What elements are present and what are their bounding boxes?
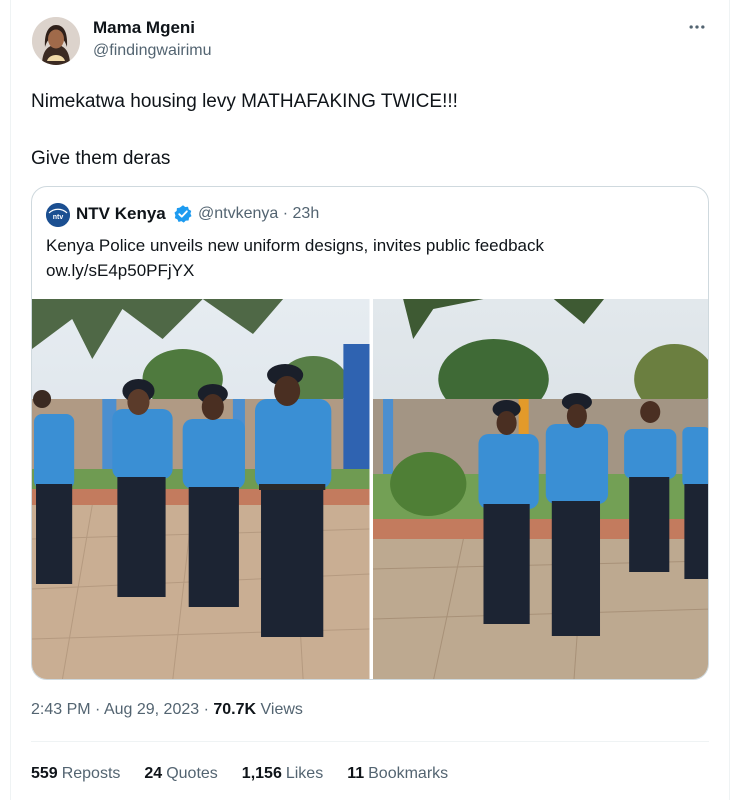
quotes-stat[interactable]: 24 Quotes <box>144 765 217 783</box>
author-handle[interactable]: @findingwairimu <box>93 42 212 60</box>
more-horizontal-icon <box>689 25 705 29</box>
quotes-count: 24 <box>144 765 163 782</box>
quoted-text-line-1: Kenya Police unveils new uniform designs… <box>46 236 544 255</box>
reposts-label: Reposts <box>61 765 121 782</box>
tweet-meta: 2:43 PM · Aug 29, 2023 · 70.7K Views <box>31 701 303 719</box>
reposts-count: 559 <box>31 765 58 782</box>
engagement-stats: 559 Reposts 24 Quotes 1,156 Likes 11 Bookmar… <box>31 765 448 783</box>
tweet-date[interactable]: Aug 29, 2023 <box>104 701 199 718</box>
quoted-tweet[interactable]: ntv NTV Kenya @ntvkenya · 23h Kenya Poli… <box>31 186 709 680</box>
quoted-text: Kenya Police unveils new uniform designs… <box>46 233 696 283</box>
reposts-stat[interactable]: 559 Reposts <box>31 765 120 783</box>
tweet-text-line-2: Give them deras <box>31 148 171 169</box>
bookmarks-count: 11 <box>347 765 365 782</box>
quoted-timestamp[interactable]: 23h <box>293 205 320 222</box>
tweet-text-line-1: Nimekatwa housing levy MATHAFAKING TWICE… <box>31 91 458 112</box>
quoted-link[interactable]: ow.ly/sE4p50PFjYX <box>46 258 696 283</box>
tweet-meta-separator-2: · <box>203 701 209 718</box>
quoted-photo-1[interactable] <box>32 299 370 679</box>
quotes-label: Quotes <box>166 765 218 782</box>
tweet-text: Nimekatwa housing levy MATHAFAKING TWICE… <box>31 90 691 171</box>
quoted-meta: @ntvkenya · 23h <box>198 205 319 223</box>
likes-label: Likes <box>285 765 324 782</box>
quoted-author-handle[interactable]: @ntvkenya <box>198 205 278 222</box>
likes-count: 1,156 <box>241 765 282 782</box>
views-count: 70.7K <box>213 701 257 718</box>
bookmarks-label: Bookmarks <box>368 765 449 782</box>
author-name[interactable]: Mama Mgeni <box>93 18 195 38</box>
more-options-button[interactable] <box>684 14 710 40</box>
likes-stat[interactable]: 1,156 Likes <box>242 765 323 783</box>
quoted-author-name[interactable]: NTV Kenya <box>76 204 166 224</box>
bookmarks-stat[interactable]: 11 Bookmarks <box>347 765 448 783</box>
quoted-author-avatar[interactable]: ntv <box>46 203 70 227</box>
quoted-avatar-text: ntv <box>53 214 64 221</box>
quoted-meta-separator: · <box>282 205 289 222</box>
divider <box>31 741 709 742</box>
views-label: Views <box>260 701 303 718</box>
verified-badge-icon <box>174 205 192 223</box>
tweet-meta-separator: · <box>95 701 101 718</box>
tweet-time[interactable]: 2:43 PM <box>31 701 91 718</box>
author-avatar[interactable] <box>32 17 80 65</box>
quoted-photo-2[interactable] <box>372 299 708 679</box>
quoted-media <box>32 299 708 679</box>
